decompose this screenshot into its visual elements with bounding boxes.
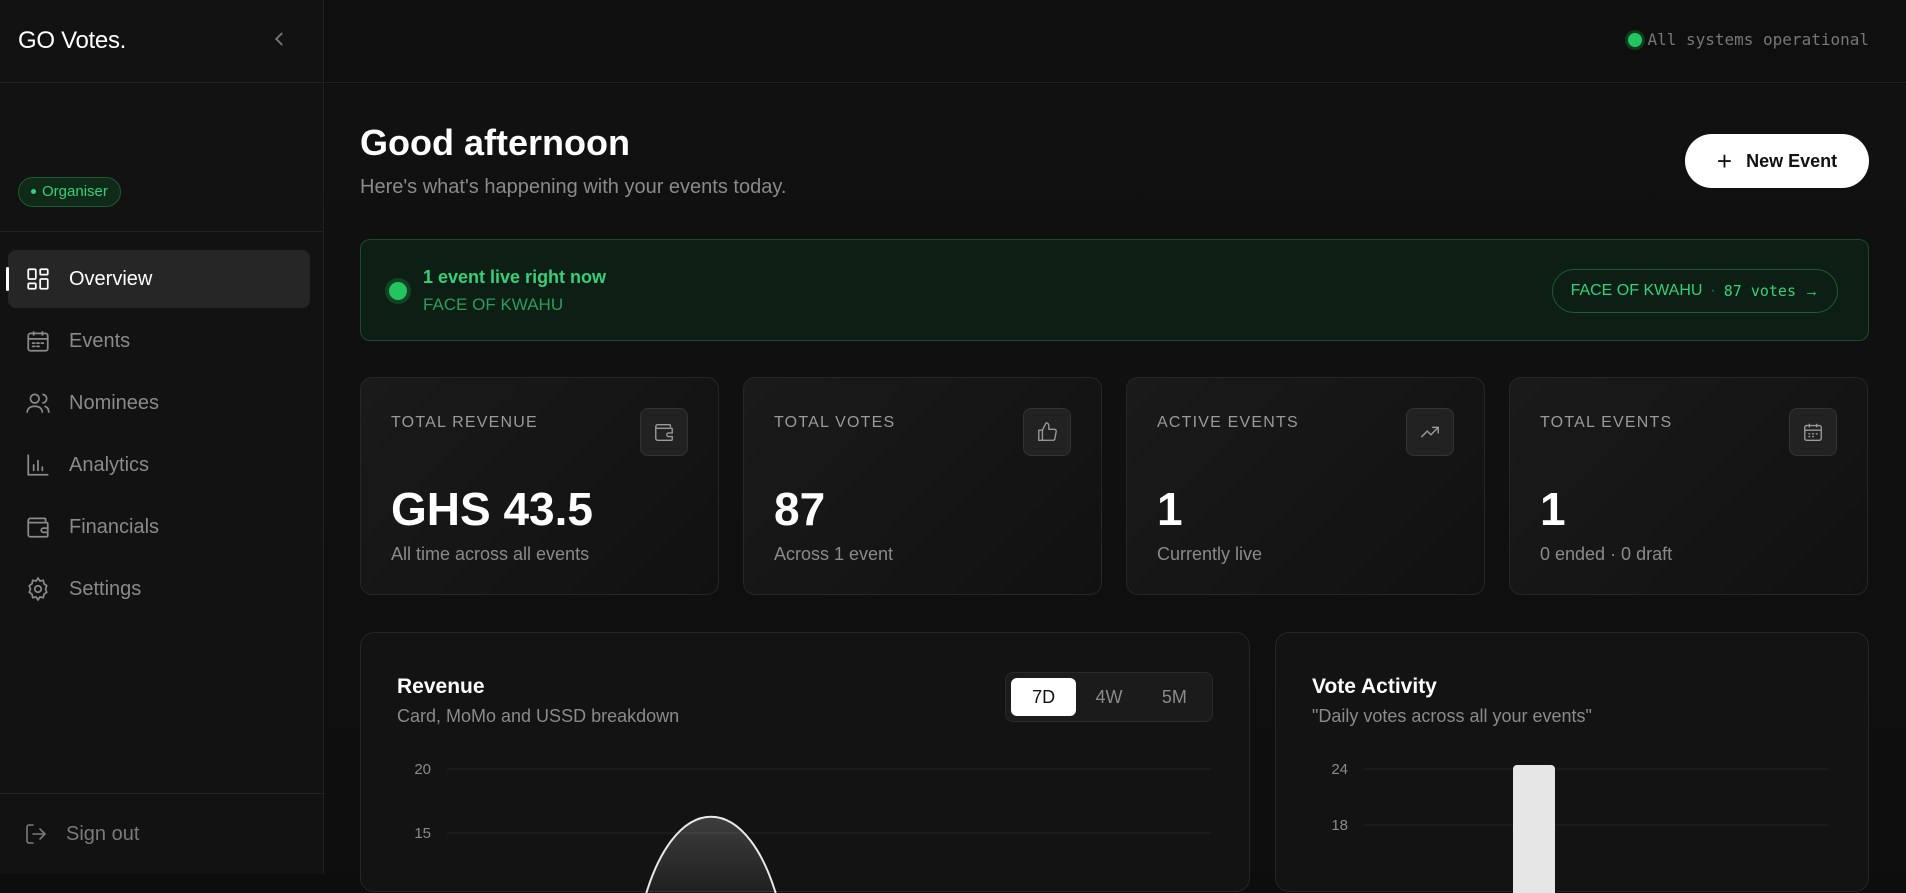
users-icon [26,393,50,413]
sidebar-item-label: Overview [69,268,153,290]
sidebar-item-events[interactable]: Events [8,312,310,370]
status-dot-icon [1628,32,1643,47]
stat-desc: Across 1 event [774,544,894,564]
live-pill-event: FACE OF KWAHU [1570,282,1703,299]
sidebar-item-overview[interactable]: Overview [6,250,310,308]
system-status: All systems operational [1628,30,1869,49]
stat-value: GHS 43.5 [391,483,593,535]
live-event-link[interactable]: FACE OF KWAHU · 87 votes → [1551,269,1838,313]
sidebar: GO Votes. Organiser Overview Events Nomi… [0,0,324,874]
arrow-right-icon: → [1804,282,1819,300]
stat-label: TOTAL VOTES [774,414,896,431]
status-text: All systems operational [1647,30,1869,49]
new-event-button[interactable]: + New Event [1685,134,1869,188]
sign-out-button[interactable]: Sign out [24,822,139,846]
stat-label: TOTAL REVENUE [391,414,538,431]
role-badge: Organiser [18,177,121,207]
sidebar-nav: Overview Events Nominees Analytics Finan… [0,250,324,622]
collapse-sidebar-icon[interactable] [268,28,290,50]
wallet-icon [27,517,49,538]
dot-icon [31,188,36,194]
calendar-icon [27,331,49,352]
live-event-name: FACE OF KWAHU [423,295,564,314]
divider [0,231,324,232]
stat-card-active-events: ACTIVE EVENTS 1 Currently live [1126,377,1485,595]
wallet-icon [640,408,688,456]
main-content: Good afternoon Here's what's happening w… [325,84,1906,893]
plus-icon: + [1716,146,1733,176]
calendar-icon [1789,408,1837,456]
grid-icon [27,268,49,290]
sidebar-item-analytics[interactable]: Analytics [8,436,310,494]
stat-label: TOTAL EVENTS [1540,414,1673,431]
divider [0,793,324,794]
sign-out-label: Sign out [66,822,140,845]
topbar: All systems operational [325,0,1906,83]
y-tick-label: 18 [1331,817,1348,834]
stat-value: 87 [774,483,826,535]
stat-card-total-votes: TOTAL VOTES 87 Across 1 event [743,377,1102,595]
sidebar-item-label: Settings [69,578,142,600]
live-title: 1 event live right now [423,267,607,287]
vote-activity-panel: Vote Activity "Daily votes across all yo… [1275,632,1869,893]
trending-up-icon [1406,408,1454,456]
y-tick-label: 20 [414,761,431,778]
revenue-panel: Revenue Card, MoMo and USSD breakdown 7D… [360,632,1250,893]
page-title: Good afternoon [360,122,630,163]
sidebar-item-label: Analytics [69,454,150,476]
stat-label: ACTIVE EVENTS [1157,414,1299,431]
sidebar-item-settings[interactable]: Settings [8,560,310,618]
live-pill-votes: 87 votes [1723,282,1796,300]
new-event-label: New Event [1746,150,1838,171]
bar-chart-icon [27,454,49,476]
gear-icon [28,576,48,602]
app-logo[interactable]: GO Votes. [18,27,126,55]
role-badge-label: Organiser [42,183,108,200]
sidebar-item-financials[interactable]: Financials [8,498,310,556]
stat-value: 1 [1157,483,1183,535]
stat-desc: All time across all events [391,544,590,564]
sidebar-item-label: Events [69,330,131,352]
vote-activity-chart: 24 18 [1331,761,1828,893]
log-out-icon [26,824,46,844]
thumbs-up-icon [1023,408,1071,456]
sidebar-item-label: Nominees [69,392,160,414]
stats-cards: TOTAL REVENUE GHS 43.5 All time across a… [360,377,1869,595]
stat-card-total-events: TOTAL EVENTS 1 0 ended · 0 draft [1509,377,1868,595]
live-dot-icon [389,282,407,300]
stat-card-total-revenue: TOTAL REVENUE GHS 43.5 All time across a… [360,377,719,595]
live-event-banner: 1 event live right now FACE OF KWAHU FAC… [360,239,1869,341]
y-tick-label: 24 [1331,761,1348,778]
divider [0,82,324,83]
y-tick-label: 15 [414,825,431,842]
revenue-chart: 2015 [414,761,1211,893]
stat-desc: Currently live [1157,544,1263,564]
sidebar-item-label: Financials [69,516,160,538]
sidebar-item-nominees[interactable]: Nominees [8,374,310,432]
stat-value: 1 [1540,483,1566,535]
separator: · [1710,282,1716,299]
page-subtitle: Here's what's happening with your events… [360,176,787,198]
stat-desc: 0 ended · 0 draft [1540,544,1673,564]
